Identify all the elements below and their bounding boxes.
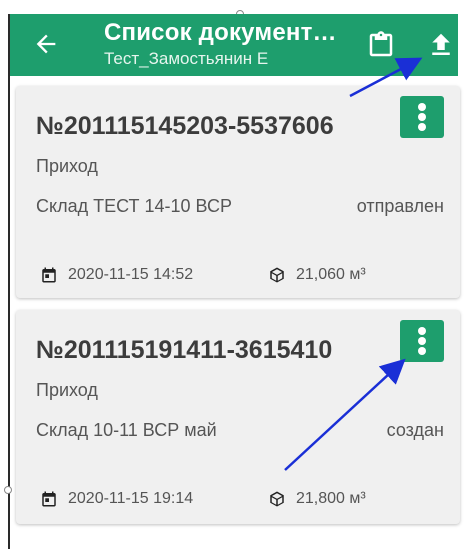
date-text: 2020-11-15 19:14 xyxy=(68,490,194,507)
title-block: Список документ… Тест_Замостьянин Е xyxy=(104,18,354,70)
document-volume: 21,800 м³ xyxy=(268,490,366,508)
volume-text: 21,060 м³ xyxy=(296,266,366,283)
status-badge: отправлен xyxy=(356,196,444,216)
resize-handle xyxy=(4,486,12,494)
volume-text: 21,800 м³ xyxy=(296,490,366,507)
date-text: 2020-11-15 14:52 xyxy=(68,266,194,283)
document-menu-button[interactable] xyxy=(400,320,444,362)
document-warehouse: Склад 10-11 ВСР май xyxy=(36,420,217,440)
more-vertical-icon xyxy=(418,327,426,335)
document-volume: 21,060 м³ xyxy=(268,266,366,284)
document-warehouse: Склад ТЕСТ 14-10 ВСР xyxy=(36,196,232,216)
app-bar: Список документ… Тест_Замостьянин Е xyxy=(10,14,458,76)
document-number: №201115191411-3615410 xyxy=(36,336,333,364)
user-subtitle: Тест_Замостьянин Е xyxy=(104,49,269,68)
more-vertical-icon xyxy=(418,103,426,111)
document-number: №201115145203-5537606 xyxy=(36,112,334,140)
document-type: Приход xyxy=(36,380,98,400)
cube-icon xyxy=(270,491,284,507)
clipboard-icon[interactable] xyxy=(366,30,396,60)
frame-border xyxy=(8,14,10,549)
calendar-icon xyxy=(42,491,56,507)
more-vertical-icon-dot xyxy=(418,337,426,345)
arrow-back-icon[interactable] xyxy=(32,30,60,58)
calendar-icon xyxy=(42,267,56,283)
more-vertical-icon-dot xyxy=(418,113,426,121)
document-type: Приход xyxy=(36,156,98,176)
upload-icon[interactable] xyxy=(426,30,456,60)
document-card[interactable]: №201115191411-3615410 Приход Склад 10-11… xyxy=(16,310,460,524)
page-title: Список документ… xyxy=(104,19,337,46)
document-card[interactable]: №201115145203-5537606 Приход Склад ТЕСТ … xyxy=(16,86,460,298)
more-vertical-icon-dot xyxy=(418,347,426,355)
document-date: 2020-11-15 14:52 xyxy=(40,266,193,284)
document-menu-button[interactable] xyxy=(400,96,444,138)
document-date: 2020-11-15 19:14 xyxy=(40,490,193,508)
cube-icon xyxy=(270,267,284,283)
status-badge: создан xyxy=(386,420,444,440)
more-vertical-icon-dot xyxy=(418,123,426,131)
